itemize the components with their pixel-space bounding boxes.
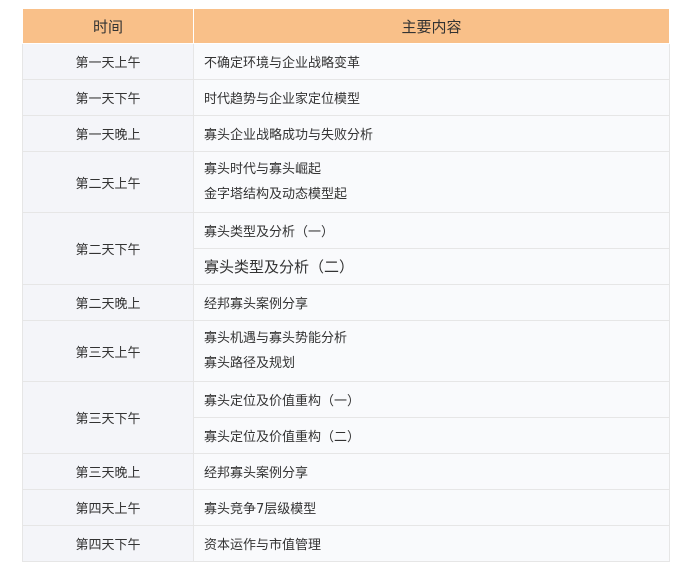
table-row: 第一天上午 不确定环境与企业战略变革	[22, 43, 670, 80]
table-row: 第二天下午 寡头类型及分析（一）	[22, 212, 670, 285]
content-cell: 寡头竞争7层级模型	[193, 489, 670, 526]
time-cell: 第一天晚上	[22, 115, 194, 152]
table-header-row: 时间 主要内容	[22, 8, 670, 44]
table-row: 第二天晚上 经邦寡头案例分享	[22, 284, 670, 321]
time-cell: 第二天晚上	[22, 284, 194, 321]
content-line: 金字塔结构及动态模型起	[204, 187, 348, 202]
content-cell: 寡头定位及价值重构（一）	[193, 381, 670, 418]
content-cell: 寡头时代与寡头崛起 金字塔结构及动态模型起	[193, 151, 670, 213]
schedule-table: 时间 主要内容 第一天上午 不确定环境与企业战略变革 第一天下午 时代趋势与企业…	[22, 8, 670, 562]
content-cell: 寡头定位及价值重构（二）	[193, 417, 670, 454]
time-cell: 第二天上午	[22, 151, 194, 213]
table-row: 第三天晚上 经邦寡头案例分享	[22, 453, 670, 490]
content-cell: 不确定环境与企业战略变革	[193, 43, 670, 80]
table-row: 第二天上午 寡头时代与寡头崛起 金字塔结构及动态模型起	[22, 151, 670, 213]
content-cell: 寡头类型及分析（二）	[193, 248, 670, 285]
content-line: 寡头路径及规划	[204, 356, 296, 371]
content-cell: 寡头企业战略成功与失败分析	[193, 115, 670, 152]
table-row: 第一天晚上 寡头企业战略成功与失败分析	[22, 115, 670, 152]
table-row: 第三天下午 寡头定位及价值重构（一）	[22, 381, 670, 454]
time-cell: 第一天上午	[22, 43, 194, 80]
time-cell: 第三天上午	[22, 320, 194, 382]
header-time: 时间	[22, 8, 194, 44]
header-content: 主要内容	[193, 8, 670, 44]
time-cell: 第四天上午	[22, 489, 194, 526]
content-cell: 资本运作与市值管理	[193, 525, 670, 562]
table-row: 第四天上午 寡头竞争7层级模型	[22, 489, 670, 526]
table-row: 第三天上午 寡头机遇与寡头势能分析 寡头路径及规划	[22, 320, 670, 382]
time-cell: 第三天下午	[22, 381, 194, 454]
content-cell: 寡头类型及分析（一）	[193, 212, 670, 249]
time-cell: 第二天下午	[22, 212, 194, 285]
time-cell: 第三天晚上	[22, 453, 194, 490]
time-cell: 第一天下午	[22, 79, 194, 116]
table-row: 第四天下午 资本运作与市值管理	[22, 525, 670, 562]
content-cell: 寡头机遇与寡头势能分析 寡头路径及规划	[193, 320, 670, 382]
content-cell: 经邦寡头案例分享	[193, 284, 670, 321]
content-line: 寡头时代与寡头崛起	[204, 162, 322, 177]
time-cell: 第四天下午	[22, 525, 194, 562]
content-cell: 时代趋势与企业家定位模型	[193, 79, 670, 116]
content-line: 寡头机遇与寡头势能分析	[204, 331, 348, 346]
table-row: 第一天下午 时代趋势与企业家定位模型	[22, 79, 670, 116]
content-cell: 经邦寡头案例分享	[193, 453, 670, 490]
